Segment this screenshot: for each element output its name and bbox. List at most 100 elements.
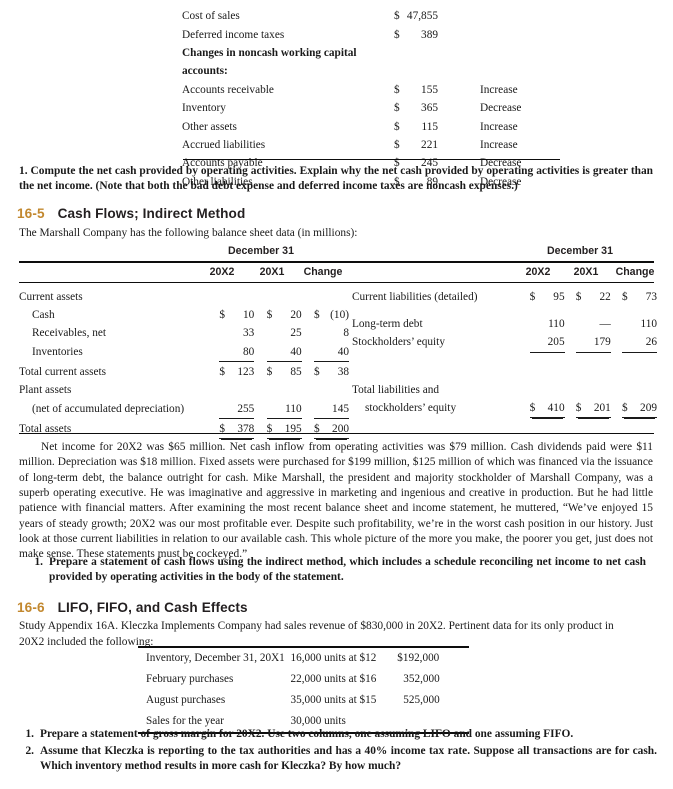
- requirement-paragraph-top: 1. Compute the net cash provided by oper…: [19, 165, 653, 193]
- adjustment-direction: Increase: [480, 83, 518, 96]
- line-item-label: Current liabilities (detailed): [352, 290, 478, 303]
- line-item-value: $20: [266, 308, 302, 321]
- requirement-item: 1. Prepare a statement of gross margin fo…: [17, 727, 657, 742]
- section-heading-16-6: 16-6 LIFO, FIFO, and Cash Effects: [17, 600, 248, 615]
- requirement-marker: 1.: [34, 556, 43, 568]
- adjustment-direction: [480, 8, 562, 26]
- adjustment-label: Accounts receivable: [182, 83, 274, 96]
- line-item-label: Cash: [32, 308, 55, 321]
- adjustment-amount: $365: [394, 102, 438, 115]
- line-item-label: Long-term debt: [352, 317, 423, 330]
- adjustment-row: Other assets $115 Increase: [182, 118, 562, 136]
- line-item-value: 8: [343, 327, 349, 340]
- spacer-row: [352, 372, 657, 381]
- col-header-left-change: Change: [303, 266, 343, 278]
- spacer-row: [352, 363, 657, 372]
- inventory-units: 22,000 units at $16: [290, 673, 377, 686]
- line-item-label: Inventories: [32, 345, 83, 358]
- inventory-units: 16,000 units at $12: [290, 652, 377, 665]
- spacer-row: [352, 306, 657, 315]
- line-item-value: $209: [611, 399, 657, 419]
- inventory-data-table: Inventory, December 31, 20X1 16,000 units…: [138, 646, 469, 734]
- line-item-value: [565, 381, 611, 399]
- inventory-label: February purchases: [146, 673, 234, 686]
- line-item-value: $95: [529, 290, 565, 303]
- adjustment-direction: [480, 63, 562, 81]
- line-item-value: $195: [254, 421, 302, 441]
- line-item-value: $22: [575, 290, 611, 303]
- line-item-value: —: [599, 317, 611, 330]
- adjustment-row: Inventory $365 Decrease: [182, 100, 562, 118]
- requirements-list-16-6: 1. Prepare a statement of gross margin fo…: [17, 727, 657, 776]
- adjustment-amount: $221: [394, 138, 438, 151]
- requirement-text: Prepare a statement of cash flows using …: [49, 556, 646, 584]
- adjustment-direction: Increase: [480, 120, 518, 133]
- adjustment-label: Cost of sales: [182, 10, 240, 23]
- line-item-value: [207, 288, 254, 306]
- balance-sheet-header-rule: [19, 282, 654, 283]
- section-number-16-5: 16-5: [17, 206, 45, 221]
- balance-sheet-row: stockholders’ equity $410 $201 $209: [352, 399, 657, 419]
- requirement-item: 2. Assume that Kleczka is reporting to th…: [17, 744, 657, 774]
- adjustment-amount: $155: [394, 83, 438, 96]
- spacer-cell: [352, 354, 657, 363]
- liabilities-table: Current liabilities (detailed) $95 $22 $73 L…: [352, 288, 657, 420]
- adjustment-row: Accrued liabilities $221 Increase: [182, 137, 562, 155]
- line-item-value: 205: [518, 334, 565, 354]
- col-header-left-20x1: 20X1: [259, 266, 285, 278]
- line-item-value: [518, 381, 564, 399]
- marshall-narrative-paragraph: Net income for 20X2 was $65 million. Net…: [19, 441, 653, 561]
- line-item-value: 40: [302, 343, 349, 363]
- line-item-value: 110: [640, 317, 657, 330]
- requirement-marker: 2.: [25, 745, 34, 758]
- adjustment-label: Other assets: [182, 120, 237, 133]
- line-item-value: $200: [302, 421, 349, 441]
- line-item-value: $38: [314, 365, 349, 378]
- adjustment-direction: Increase: [480, 138, 518, 151]
- section-heading-16-5: 16-5 Cash Flows; Indirect Method: [17, 206, 245, 221]
- adjustment-amount: $115: [394, 120, 438, 133]
- line-item-value: $201: [565, 399, 611, 419]
- inventory-row: Inventory, December 31, 20X1 16,000 units…: [138, 648, 469, 669]
- section-title-16-5: Cash Flows; Indirect Method: [57, 206, 246, 221]
- balance-sheet-row: Current assets: [19, 288, 349, 306]
- spacer-cell: [352, 372, 657, 381]
- line-item-value: 26: [611, 334, 657, 354]
- inventory-amount: 525,000: [403, 694, 440, 707]
- requirement-item: 1. Prepare a statement of cash flows usin…: [26, 555, 646, 585]
- balance-sheet-row: Total liabilities and: [352, 381, 657, 399]
- adjustment-row: Deferred income taxes $389: [182, 26, 562, 44]
- adjustment-amount: [394, 45, 480, 63]
- inventory-amount: $192,000: [397, 652, 440, 665]
- line-item-value: 110: [254, 400, 302, 420]
- line-item-value: $410: [518, 399, 565, 419]
- line-item-value: 145: [302, 400, 349, 420]
- col-header-right-20x1: 20X1: [573, 266, 599, 278]
- adjustment-label: accounts:: [182, 65, 228, 78]
- adjustment-amount: $389: [394, 28, 438, 41]
- line-item-value: [207, 382, 254, 400]
- balance-sheet-caption-left: December 31: [228, 245, 294, 257]
- line-item-value: 179: [565, 334, 611, 354]
- adjustment-direction: [480, 26, 562, 44]
- balance-sheet-row: Receivables, net 33 25 8: [19, 325, 349, 343]
- adjustment-row: accounts:: [182, 63, 562, 81]
- balance-sheet-row: Plant assets: [19, 382, 349, 400]
- line-item-label: Plant assets: [19, 384, 72, 397]
- balance-sheet-row: Current liabilities (detailed) $95 $22 $73: [352, 288, 657, 306]
- balance-sheet-row: Total assets $378 $195 $200: [19, 421, 349, 441]
- line-item-value: 80: [207, 343, 255, 363]
- line-item-label: Stockholders’ equity: [352, 336, 445, 349]
- line-item-value: [302, 288, 349, 306]
- schedule-bottom-rule: [183, 159, 560, 160]
- line-item-value: 255: [207, 400, 255, 420]
- balance-sheet-liabilities-panel: Current liabilities (detailed) $95 $22 $73 L…: [352, 288, 657, 420]
- section-16-5-lead-text: The Marshall Company has the following b…: [19, 227, 358, 239]
- adjustment-label: Inventory: [182, 102, 226, 115]
- line-item-value: 33: [243, 327, 255, 340]
- balance-sheet-row: (net of accumulated depreciation) 255 110 1…: [19, 400, 349, 420]
- section-title-16-6: LIFO, FIFO, and Cash Effects: [57, 600, 248, 615]
- section-number-16-6: 16-6: [17, 600, 45, 615]
- adjustment-label: Deferred income taxes: [182, 28, 285, 41]
- line-item-value: $123: [219, 365, 255, 378]
